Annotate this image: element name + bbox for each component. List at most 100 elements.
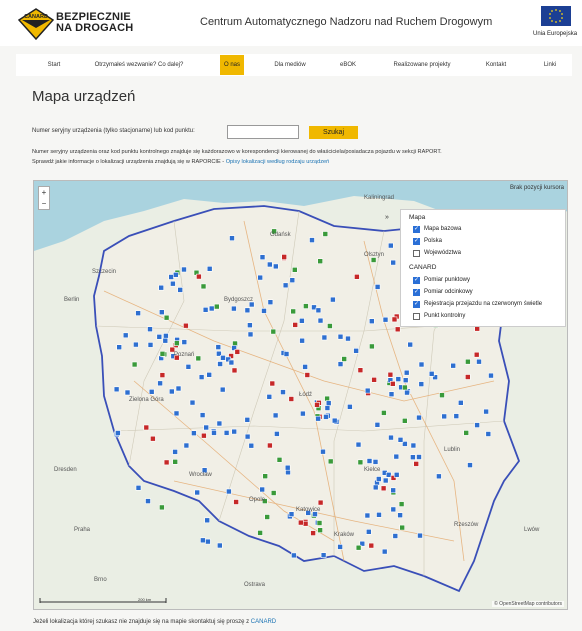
device-marker[interactable] xyxy=(302,364,308,370)
device-marker[interactable] xyxy=(195,355,202,362)
nav-item-kontakt[interactable]: Kontakt xyxy=(476,54,516,76)
device-marker[interactable] xyxy=(163,459,170,466)
device-marker[interactable] xyxy=(284,464,291,471)
device-marker[interactable] xyxy=(122,332,129,339)
device-marker[interactable] xyxy=(317,499,324,506)
device-marker[interactable] xyxy=(299,337,305,344)
device-marker[interactable] xyxy=(272,412,279,419)
device-marker[interactable] xyxy=(148,389,155,395)
device-marker[interactable] xyxy=(143,424,150,431)
device-marker[interactable] xyxy=(407,341,414,348)
device-marker[interactable] xyxy=(231,428,237,435)
device-marker[interactable] xyxy=(131,361,138,368)
checkbox-icon[interactable] xyxy=(413,313,420,320)
device-marker[interactable] xyxy=(309,237,315,243)
device-marker[interactable] xyxy=(388,391,395,397)
device-marker[interactable] xyxy=(215,344,222,350)
device-marker[interactable] xyxy=(368,318,375,324)
device-marker[interactable] xyxy=(189,399,196,406)
device-marker[interactable] xyxy=(113,386,120,393)
device-marker[interactable] xyxy=(217,361,223,367)
map-attribution[interactable]: © OpenStreetMap contributors xyxy=(492,601,564,607)
device-marker[interactable] xyxy=(366,458,373,464)
device-marker[interactable] xyxy=(163,314,170,321)
zoom-out-button[interactable]: − xyxy=(39,198,49,209)
device-marker[interactable] xyxy=(402,384,408,391)
device-marker[interactable] xyxy=(416,454,422,460)
device-marker[interactable] xyxy=(467,462,473,468)
device-marker[interactable] xyxy=(327,458,334,465)
device-marker[interactable] xyxy=(115,430,121,436)
checkbox-icon[interactable] xyxy=(413,250,420,257)
device-marker[interactable] xyxy=(357,459,364,466)
device-marker[interactable] xyxy=(289,277,296,283)
device-marker[interactable] xyxy=(387,242,394,249)
device-marker[interactable] xyxy=(174,340,180,346)
device-marker[interactable] xyxy=(392,533,399,539)
device-marker[interactable] xyxy=(168,274,174,280)
device-marker[interactable] xyxy=(330,296,336,303)
device-marker[interactable] xyxy=(282,282,289,289)
serial-number-input[interactable] xyxy=(227,125,299,139)
zoom-in-button[interactable]: + xyxy=(39,187,49,198)
device-marker[interactable] xyxy=(259,254,266,260)
device-marker[interactable] xyxy=(116,344,122,350)
device-marker[interactable] xyxy=(231,305,237,312)
device-marker[interactable] xyxy=(248,442,255,449)
device-marker[interactable] xyxy=(389,381,396,387)
device-marker[interactable] xyxy=(267,299,274,305)
device-marker[interactable] xyxy=(291,267,298,273)
device-marker[interactable] xyxy=(376,511,382,518)
device-marker[interactable] xyxy=(304,372,311,378)
device-marker[interactable] xyxy=(399,524,406,531)
device-marker[interactable] xyxy=(199,412,206,418)
device-marker[interactable] xyxy=(244,307,251,314)
device-marker[interactable] xyxy=(331,417,338,424)
device-marker[interactable] xyxy=(390,259,397,266)
device-marker[interactable] xyxy=(208,305,215,312)
location-descriptions-link[interactable]: Opisy lokalizacji według rodzaju urządze… xyxy=(226,159,330,165)
device-marker[interactable] xyxy=(320,552,327,559)
device-marker[interactable] xyxy=(398,501,405,507)
device-marker[interactable] xyxy=(216,420,223,427)
device-marker[interactable] xyxy=(261,308,267,314)
device-marker[interactable] xyxy=(247,331,254,338)
device-marker[interactable] xyxy=(211,430,217,436)
device-marker[interactable] xyxy=(401,418,408,424)
device-marker[interactable] xyxy=(315,415,321,422)
device-marker[interactable] xyxy=(364,512,371,519)
device-marker[interactable] xyxy=(276,456,283,463)
device-marker[interactable] xyxy=(244,417,251,423)
device-marker[interactable] xyxy=(393,471,400,478)
device-marker[interactable] xyxy=(201,432,207,439)
nav-item-o-nas[interactable]: O nas xyxy=(220,55,244,75)
device-marker[interactable] xyxy=(476,358,482,365)
device-marker[interactable] xyxy=(300,410,306,417)
device-marker[interactable] xyxy=(369,343,375,350)
device-marker[interactable] xyxy=(292,322,299,328)
device-marker[interactable] xyxy=(285,469,291,476)
device-marker[interactable] xyxy=(231,367,238,374)
device-marker[interactable] xyxy=(355,441,362,448)
device-marker[interactable] xyxy=(124,389,131,396)
device-marker[interactable] xyxy=(364,387,371,394)
device-marker[interactable] xyxy=(337,544,343,550)
device-marker[interactable] xyxy=(220,355,226,361)
device-marker[interactable] xyxy=(135,484,142,491)
device-marker[interactable] xyxy=(169,388,175,395)
device-marker[interactable] xyxy=(280,389,286,395)
device-marker[interactable] xyxy=(163,333,169,339)
device-marker[interactable] xyxy=(233,499,239,505)
device-marker[interactable] xyxy=(368,542,375,549)
device-marker[interactable] xyxy=(266,394,273,400)
device-marker[interactable] xyxy=(439,392,445,398)
device-marker[interactable] xyxy=(410,442,417,449)
device-marker[interactable] xyxy=(317,258,324,264)
device-marker[interactable] xyxy=(283,351,290,357)
device-marker[interactable] xyxy=(395,376,402,382)
device-marker[interactable] xyxy=(387,371,394,378)
device-marker[interactable] xyxy=(234,349,241,355)
nav-item-linki[interactable]: Linki xyxy=(532,54,568,76)
device-marker[interactable] xyxy=(402,377,409,383)
device-marker[interactable] xyxy=(390,487,397,494)
